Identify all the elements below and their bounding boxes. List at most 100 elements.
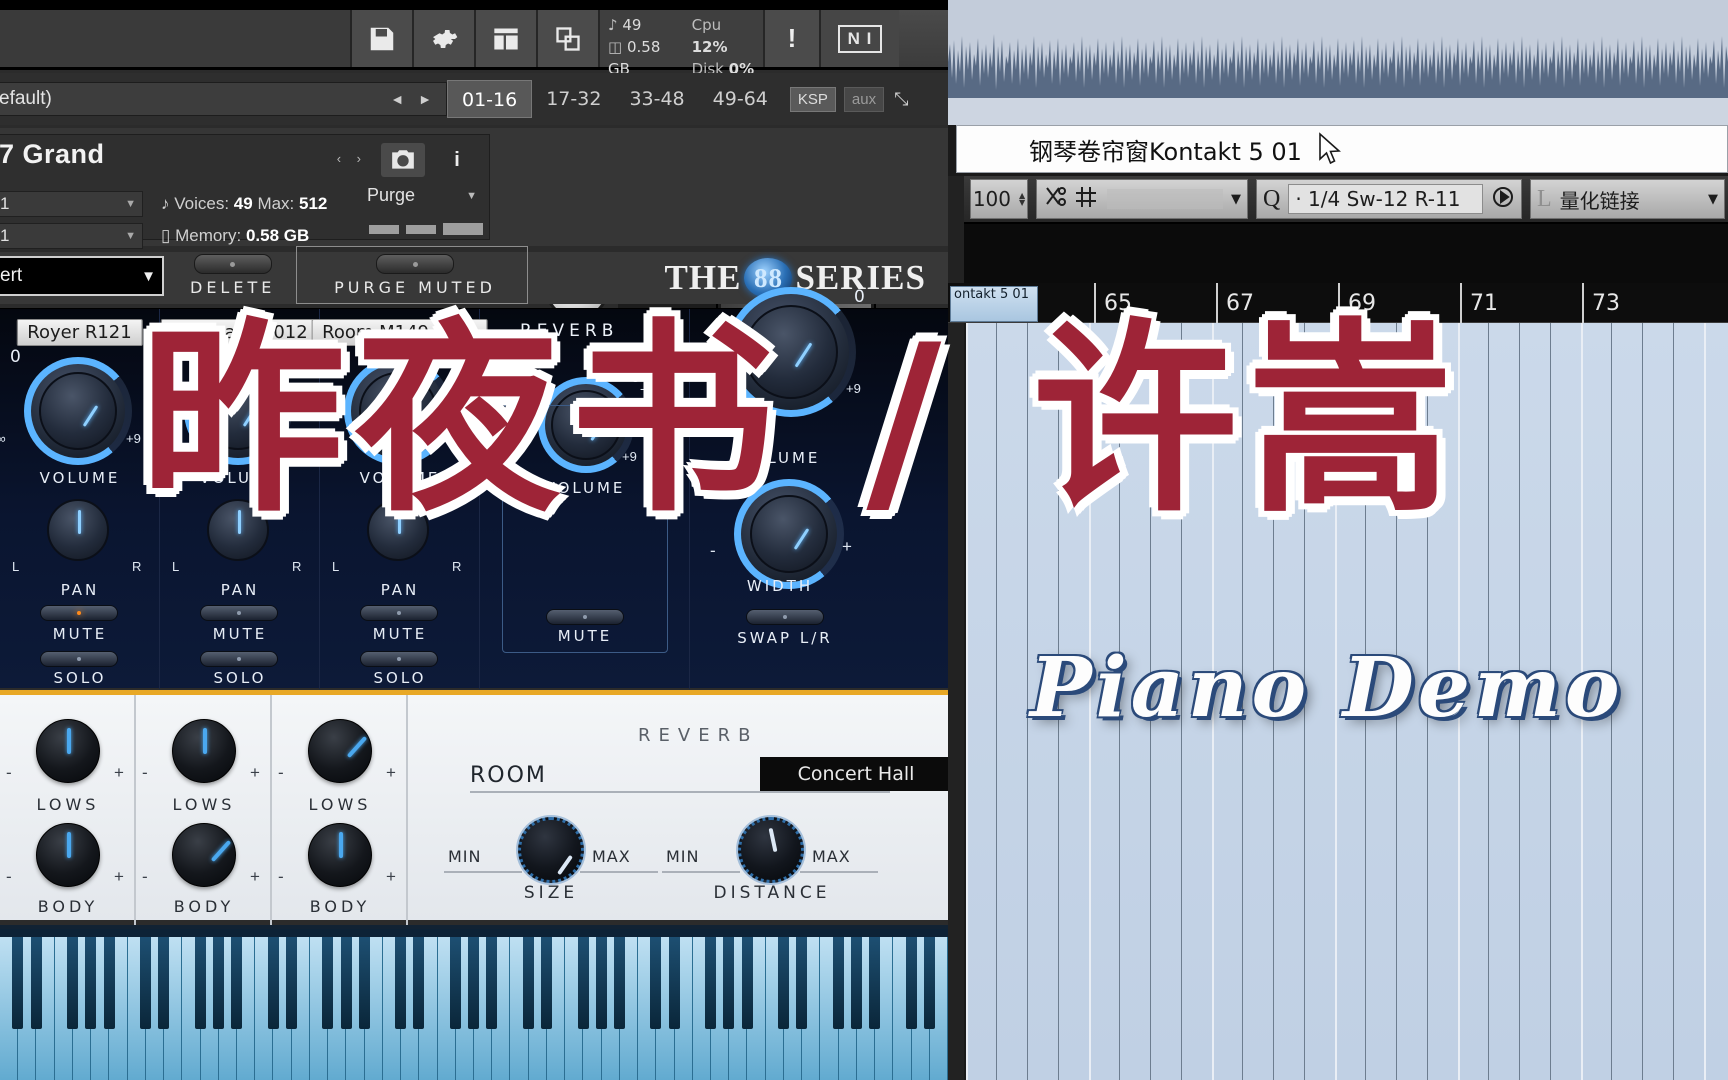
mute-toggle[interactable] bbox=[200, 605, 278, 621]
piano-black-key[interactable] bbox=[413, 937, 425, 1029]
piano-black-key[interactable] bbox=[705, 937, 717, 1029]
piano-black-key[interactable] bbox=[741, 937, 753, 1029]
chevron-down-icon[interactable]: ▼ bbox=[1231, 192, 1241, 207]
solo-toggle[interactable] bbox=[40, 651, 118, 667]
piano-black-key[interactable] bbox=[723, 937, 735, 1029]
layout-icon[interactable] bbox=[476, 10, 538, 67]
piano-black-key[interactable] bbox=[12, 937, 24, 1029]
prev-arrow-icon[interactable]: ◄ bbox=[390, 91, 404, 107]
piano-black-key[interactable] bbox=[577, 937, 589, 1029]
virtual-keyboard[interactable] bbox=[0, 925, 948, 1080]
body-knob[interactable] bbox=[308, 823, 372, 887]
piano-black-key[interactable] bbox=[85, 937, 97, 1029]
quantize-value[interactable]: · 1/4 Sw-12 R-11 bbox=[1288, 184, 1483, 214]
mic-channel-name[interactable]: Room M149 Tube bbox=[311, 319, 488, 346]
piano-black-key[interactable] bbox=[522, 937, 534, 1029]
piano-black-key[interactable] bbox=[923, 937, 935, 1029]
pan-knob[interactable] bbox=[47, 499, 109, 561]
volume-knob[interactable] bbox=[199, 372, 277, 450]
room-value[interactable]: Concert Hall bbox=[760, 757, 948, 791]
piano-black-key[interactable] bbox=[851, 937, 862, 1029]
play-circle-icon[interactable] bbox=[1491, 185, 1515, 214]
swap-lr-toggle[interactable] bbox=[746, 609, 824, 625]
piano-black-key[interactable] bbox=[869, 937, 881, 1029]
purge-muted-button[interactable]: PURGE MUTED bbox=[330, 254, 500, 297]
piano-black-key[interactable] bbox=[194, 937, 206, 1029]
lows-knob[interactable] bbox=[308, 719, 372, 783]
bank-tab-01-16[interactable]: 01-16 bbox=[447, 80, 533, 118]
info-icon[interactable]: i bbox=[437, 143, 477, 177]
piano-black-key[interactable] bbox=[322, 937, 334, 1029]
mic-channel-name[interactable]: Royer R121 bbox=[16, 319, 143, 346]
aux-button[interactable]: aux bbox=[843, 86, 885, 112]
piano-roll-grid[interactable] bbox=[966, 323, 1728, 1080]
piano-black-key[interactable] bbox=[67, 937, 79, 1029]
volume-knob[interactable] bbox=[39, 372, 117, 450]
size-knob[interactable] bbox=[518, 817, 584, 883]
piano-black-key[interactable] bbox=[796, 937, 808, 1029]
piano-black-key[interactable] bbox=[358, 937, 370, 1029]
bank-tab-49-64[interactable]: 49-64 bbox=[699, 80, 782, 118]
piano-black-key[interactable] bbox=[158, 937, 170, 1029]
alert-icon[interactable]: ! bbox=[765, 10, 821, 67]
output-select[interactable]: 1 ▼ bbox=[0, 223, 143, 249]
timeline-ruler[interactable]: 65 67 69 71 73 bbox=[948, 283, 1728, 323]
quantize-link-group[interactable]: L 量化链接 ▼ bbox=[1530, 179, 1725, 219]
piano-black-key[interactable] bbox=[449, 937, 461, 1029]
zoom-value-field[interactable]: 100 ▲ ▼ bbox=[970, 179, 1028, 219]
piano-black-key[interactable] bbox=[595, 937, 607, 1029]
clip-name-badge[interactable]: ontakt 5 01 bbox=[950, 286, 1038, 322]
bank-tab-17-32[interactable]: 17-32 bbox=[532, 80, 615, 118]
piano-black-key[interactable] bbox=[486, 937, 498, 1029]
lows-knob[interactable] bbox=[36, 719, 100, 783]
mute-toggle[interactable] bbox=[40, 605, 118, 621]
midi-channel-select[interactable]: 1 ▼ bbox=[0, 191, 143, 217]
piano-black-key[interactable] bbox=[395, 937, 407, 1029]
mute-toggle[interactable] bbox=[360, 605, 438, 621]
next-arrow-icon[interactable]: ► bbox=[418, 91, 432, 107]
chevron-down-icon[interactable]: ▼ bbox=[1708, 192, 1718, 207]
delete-button[interactable]: DELETE bbox=[190, 254, 275, 297]
width-amount-knob[interactable] bbox=[750, 495, 828, 573]
piano-black-key[interactable] bbox=[778, 937, 790, 1029]
piano-roll-title-bar[interactable]: 钢琴卷帘窗Kontakt 5 01 bbox=[956, 125, 1728, 173]
insert-select[interactable]: ert ▼ bbox=[0, 256, 164, 296]
solo-toggle[interactable] bbox=[200, 651, 278, 667]
piano-black-key[interactable] bbox=[650, 937, 662, 1029]
distance-knob[interactable] bbox=[738, 817, 804, 883]
body-knob[interactable] bbox=[172, 823, 236, 887]
multi-name-field[interactable]: efault) ◄ ► bbox=[0, 82, 447, 116]
piano-black-key[interactable] bbox=[614, 937, 625, 1029]
gear-icon[interactable] bbox=[414, 10, 476, 67]
minimize-icon[interactable]: ⤡ bbox=[894, 89, 908, 110]
instrument-nav-arrows[interactable]: ‹ › bbox=[337, 151, 367, 166]
instrument-name[interactable]: 7 Grand bbox=[0, 139, 105, 170]
piano-black-key[interactable] bbox=[905, 937, 917, 1029]
mic-channel-name[interactable]: Oktava MK-012 bbox=[160, 319, 319, 346]
solo-toggle[interactable] bbox=[360, 651, 438, 667]
quantize-icon[interactable]: Q bbox=[1263, 186, 1280, 213]
snap-value-ghost[interactable] bbox=[1107, 189, 1223, 209]
pan-knob[interactable] bbox=[367, 499, 429, 561]
piano-black-key[interactable] bbox=[140, 937, 151, 1029]
piano-black-key[interactable] bbox=[30, 937, 42, 1029]
piano-black-key[interactable] bbox=[285, 937, 297, 1029]
spinner-icon[interactable]: ▲ ▼ bbox=[1019, 192, 1025, 207]
save-icon[interactable] bbox=[352, 10, 414, 67]
scissors-icon[interactable] bbox=[1043, 186, 1067, 213]
piano-black-key[interactable] bbox=[340, 937, 352, 1029]
piano-black-key[interactable] bbox=[103, 937, 115, 1029]
width-knob[interactable] bbox=[744, 305, 838, 399]
ksp-button[interactable]: KSP bbox=[789, 86, 836, 112]
piano-black-key[interactable] bbox=[668, 937, 680, 1029]
pan-knob[interactable] bbox=[207, 499, 269, 561]
body-knob[interactable] bbox=[36, 823, 100, 887]
piano-black-key[interactable] bbox=[832, 937, 844, 1029]
bank-tab-33-48[interactable]: 33-48 bbox=[615, 80, 698, 118]
purge-menu[interactable]: Purge ▼ bbox=[367, 185, 477, 206]
lows-knob[interactable] bbox=[172, 719, 236, 783]
piano-black-key[interactable] bbox=[231, 937, 243, 1029]
piano-black-key[interactable] bbox=[541, 937, 553, 1029]
window-icon[interactable] bbox=[538, 10, 600, 67]
volume-knob[interactable] bbox=[359, 372, 437, 450]
